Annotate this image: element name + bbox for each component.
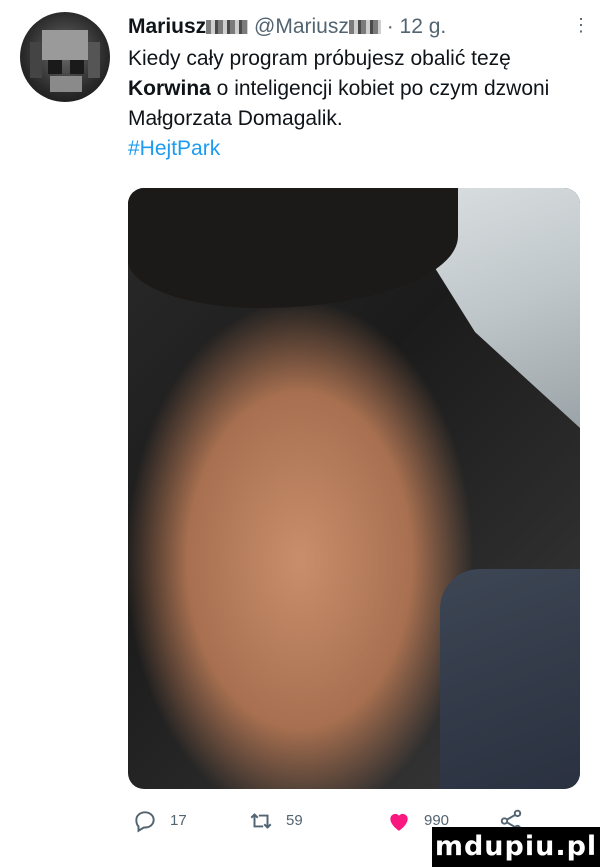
tweet-text-part: Kiedy cały program próbujesz obalić tezę <box>128 47 511 70</box>
retweet-icon <box>250 813 272 829</box>
tweet-timestamp[interactable]: · 12 g. <box>387 15 447 38</box>
reply-button[interactable]: 17 <box>132 808 187 834</box>
author-handle[interactable]: @Mariusz <box>254 15 349 38</box>
redacted-emoji <box>206 20 249 35</box>
retweet-count: 59 <box>286 812 303 829</box>
author-name[interactable]: Mariusz <box>128 15 206 38</box>
reply-icon <box>135 811 155 833</box>
photo-shirt <box>440 569 580 789</box>
retweet-button[interactable]: 59 <box>248 808 303 834</box>
heart-icon <box>390 813 408 831</box>
tweet-text: Kiedy cały program próbujesz obalić tezę… <box>128 44 583 164</box>
site-watermark: mdupiu.pl <box>432 827 600 867</box>
hashtag-link[interactable]: #HejtPark <box>128 137 220 160</box>
tweet-header: Mariusz @Mariusz · 12 g. ⋮ <box>128 12 590 42</box>
more-dots-icon[interactable]: ⋮ <box>572 12 590 42</box>
tweet-photo[interactable] <box>128 188 580 789</box>
avatar[interactable] <box>20 12 110 102</box>
photo-hair <box>128 188 458 308</box>
reply-count: 17 <box>170 812 187 829</box>
redacted-emoji <box>348 20 381 35</box>
tweet-text-bold: Korwina <box>128 77 211 100</box>
